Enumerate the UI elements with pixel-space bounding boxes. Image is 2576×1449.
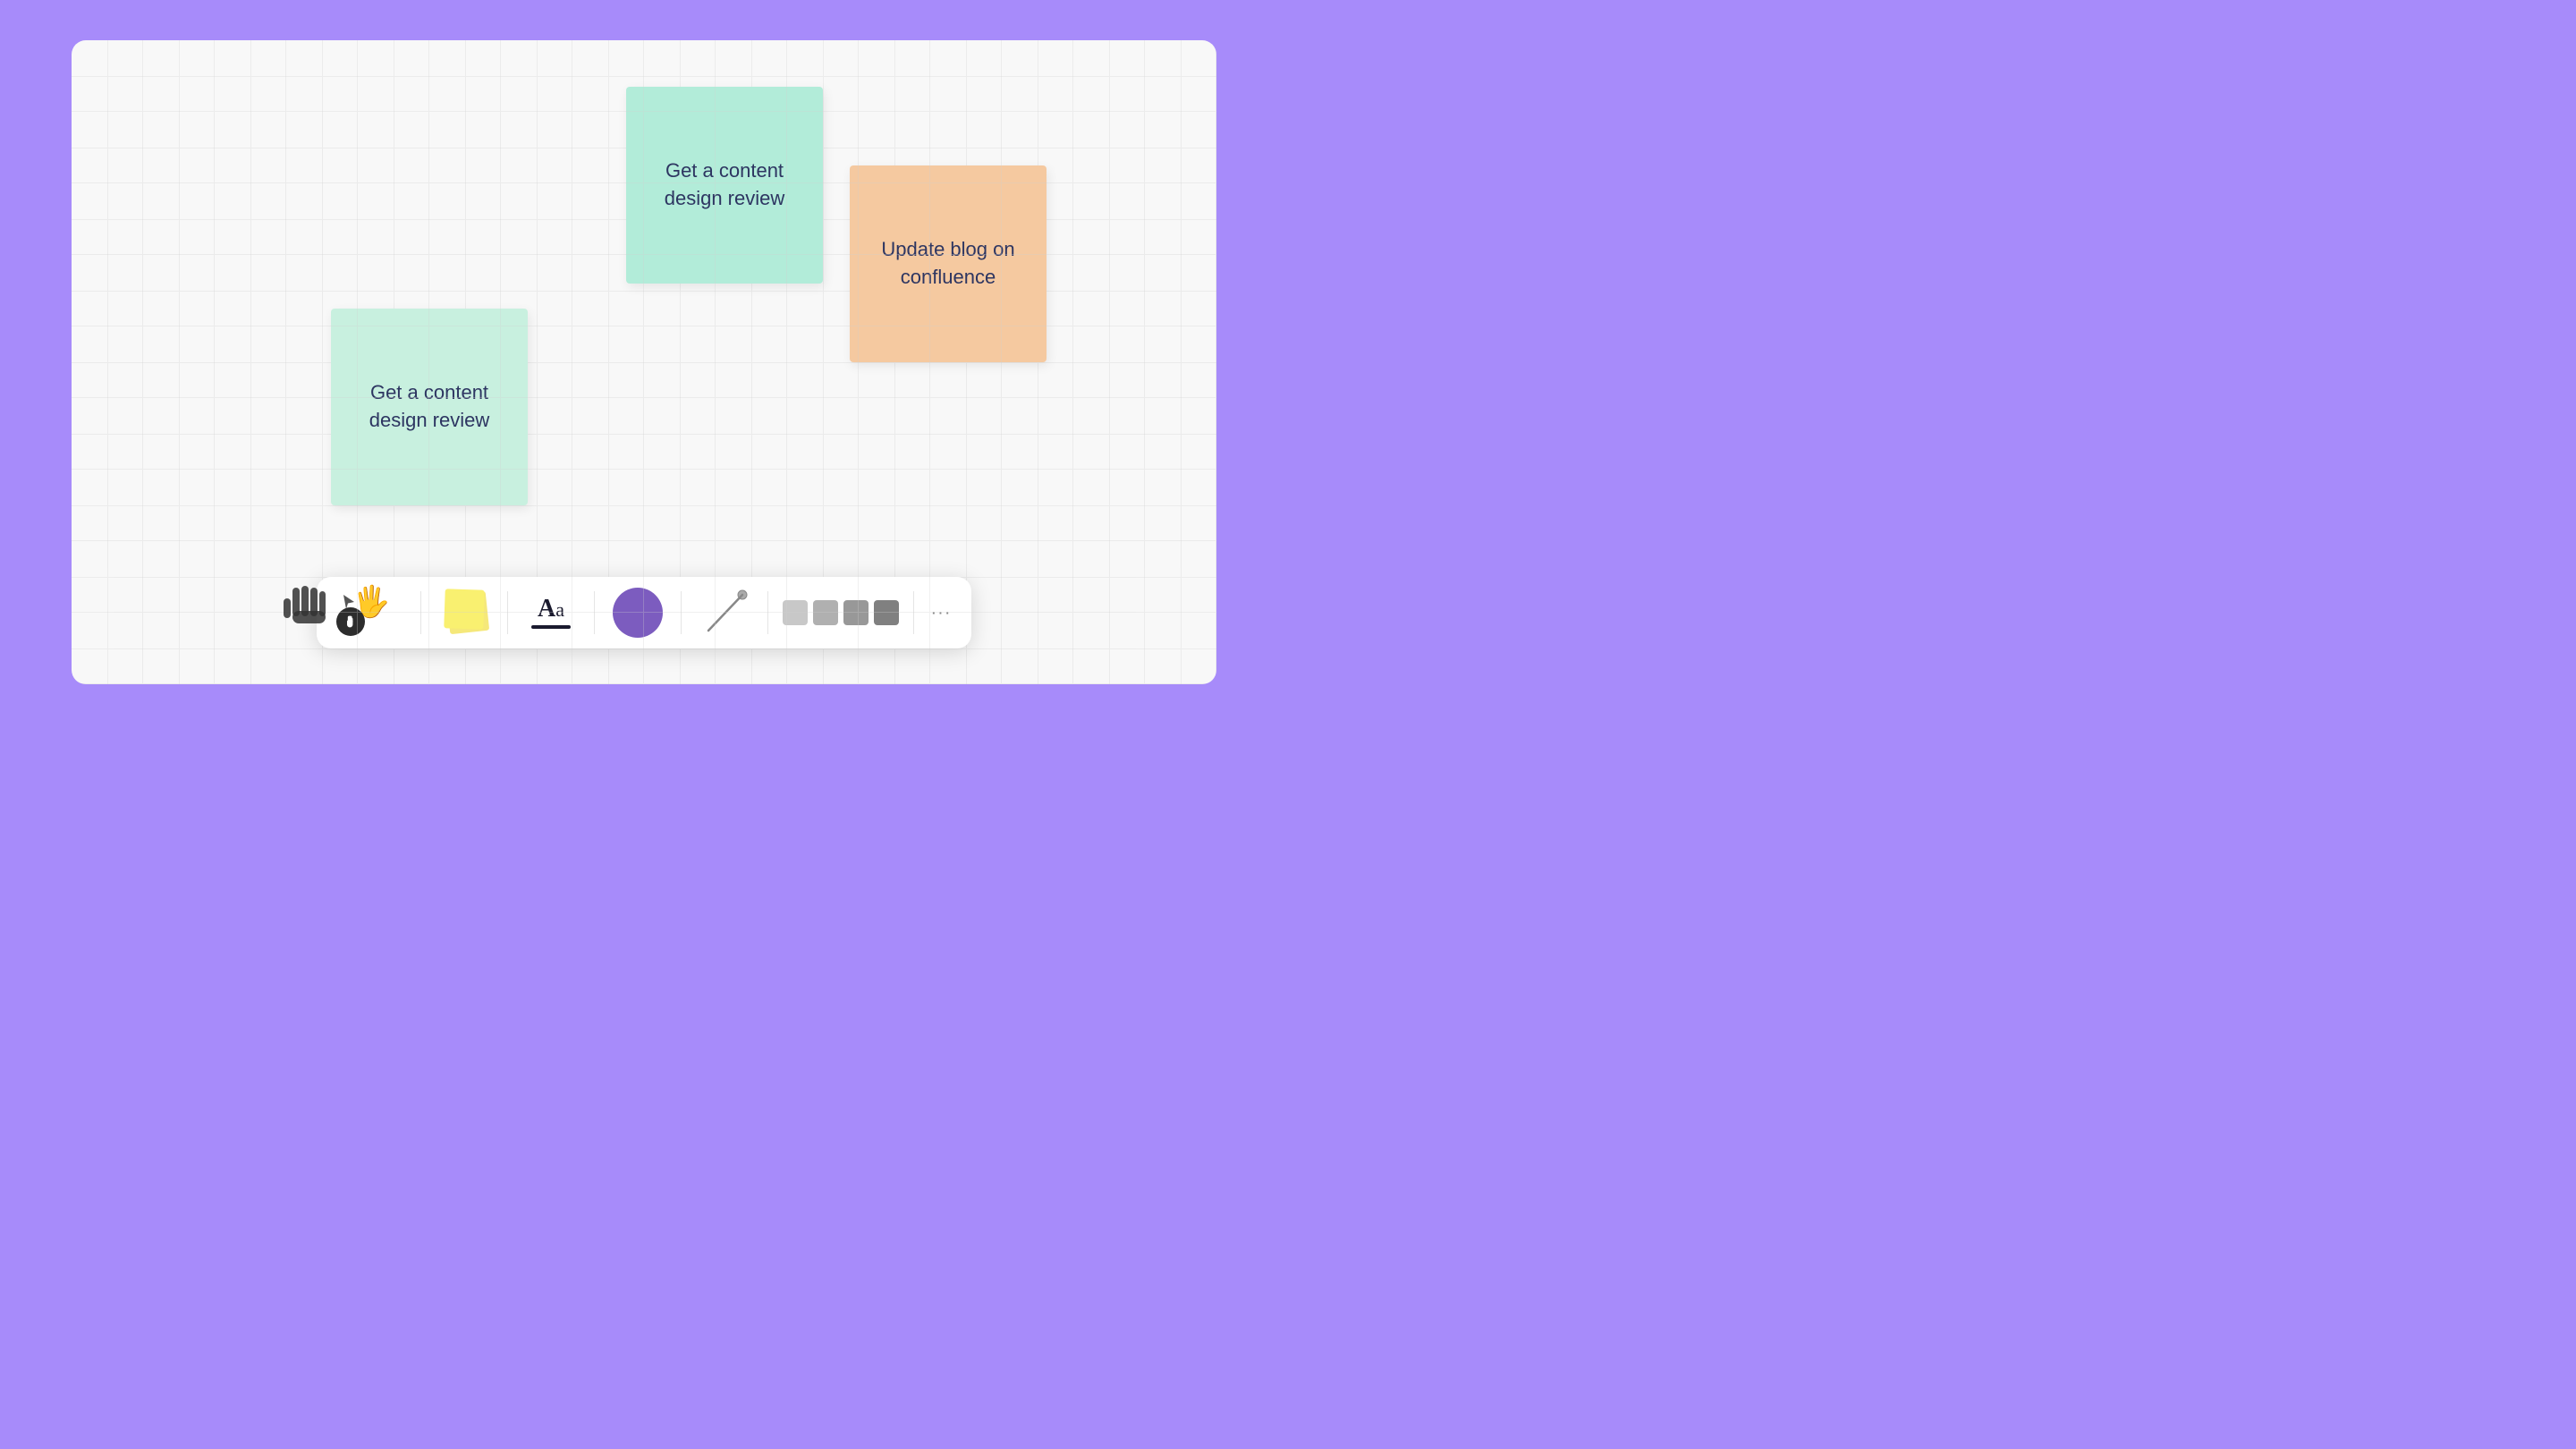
sticky-note-green-small[interactable]: Get a content design review [331, 309, 528, 505]
sticky-note-green-large[interactable]: Get a content design review [626, 87, 823, 284]
sticky-note-peach[interactable]: Update blog on confluence [850, 165, 1046, 362]
color-swatch-3[interactable] [843, 600, 869, 625]
canvas[interactable]: Get a content design review Update blog … [72, 40, 1216, 684]
divider-1 [420, 591, 421, 634]
line-tool[interactable] [689, 584, 760, 641]
divider-6 [913, 591, 914, 634]
hand-tool-button[interactable] [336, 607, 365, 636]
color-swatch-1[interactable] [783, 600, 808, 625]
toolbar: 🖐️ Aa [317, 577, 971, 648]
text-tool[interactable]: Aa [515, 584, 587, 641]
sticky-icon-stack [437, 586, 491, 640]
hand-tool-icon [343, 614, 358, 629]
text-tool-underline [531, 625, 571, 629]
divider-4 [681, 591, 682, 634]
color-swatch-4[interactable] [874, 600, 899, 625]
sticky-note-green-large-text: Get a content design review [644, 157, 805, 213]
shape-tool[interactable] [602, 584, 674, 641]
sticky-icon-front [444, 589, 485, 630]
color-swatch-2[interactable] [813, 600, 838, 625]
sticky-note-peach-text: Update blog on confluence [868, 236, 1029, 292]
sticky-note-green-small-text: Get a content design review [349, 379, 510, 435]
select-hand-section: 🖐️ [327, 584, 413, 641]
divider-5 [767, 591, 768, 634]
line-tool-icon [696, 584, 753, 641]
more-button[interactable]: ··· [921, 593, 961, 632]
circle-shape-icon [613, 588, 663, 638]
sticky-note-tool[interactable] [428, 584, 500, 641]
text-tool-label: Aa [538, 597, 564, 622]
divider-3 [594, 591, 595, 634]
color-swatches [775, 600, 906, 625]
divider-2 [507, 591, 508, 634]
